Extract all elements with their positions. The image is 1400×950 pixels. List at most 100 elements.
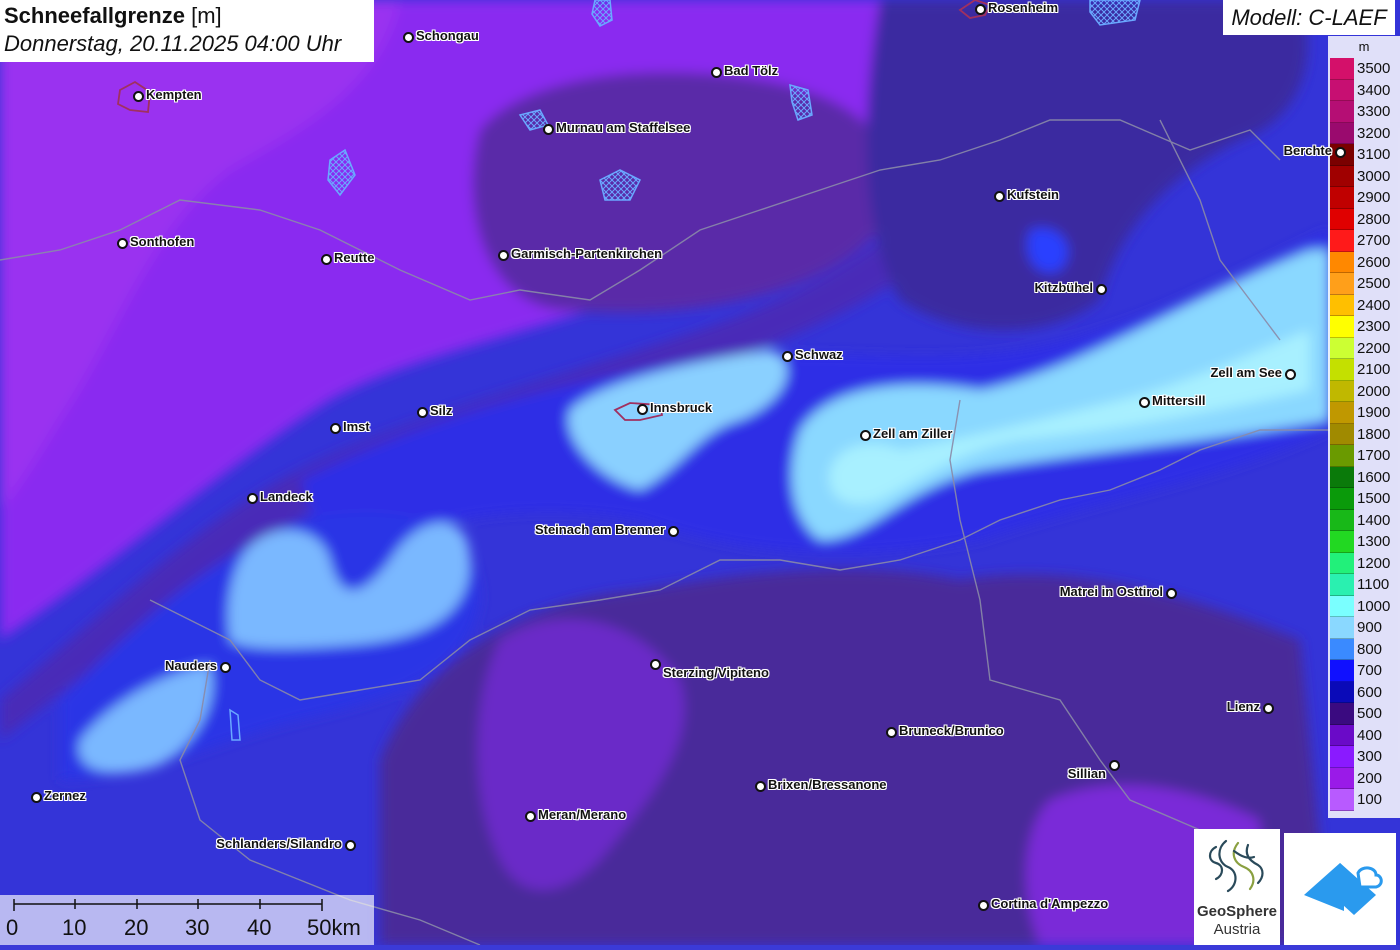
city-label[interactable]: Schongau <box>416 28 479 43</box>
legend-value: 600 <box>1357 683 1383 701</box>
legend-value: 3200 <box>1357 124 1391 142</box>
city-label[interactable]: Silz <box>430 403 452 418</box>
snowline-map <box>0 0 1400 945</box>
city-label[interactable]: Lienz <box>1227 699 1260 714</box>
legend-value: 1700 <box>1357 447 1391 464</box>
legend-value: 1900 <box>1357 404 1391 421</box>
legend-item: 2000 <box>1328 380 1400 402</box>
city-marker[interactable] <box>782 351 793 362</box>
city-label[interactable]: Zell am Ziller <box>873 426 952 441</box>
legend-swatch <box>1330 638 1354 660</box>
legend-swatch <box>1330 380 1354 402</box>
city-marker[interactable] <box>1166 588 1177 599</box>
city-marker[interactable] <box>1109 760 1120 771</box>
city-marker[interactable] <box>403 32 414 43</box>
city-marker[interactable] <box>668 526 679 537</box>
city-label[interactable]: Brixen/Bressanone <box>768 777 887 792</box>
cloud-arrow-icon <box>1304 863 1383 915</box>
city-marker[interactable] <box>860 430 871 441</box>
geosphere-logo[interactable]: GeoSphere Austria <box>1194 829 1280 945</box>
city-marker[interactable] <box>31 792 42 803</box>
legend-value: 1200 <box>1357 554 1391 572</box>
legend-value: 900 <box>1357 619 1383 636</box>
city-label[interactable]: Imst <box>343 419 370 434</box>
city-label[interactable]: Bad Tölz <box>724 63 778 78</box>
legend-value: 2200 <box>1357 339 1391 357</box>
city-label[interactable]: Kufstein <box>1007 187 1059 202</box>
legend-value: 300 <box>1357 748 1383 765</box>
city-label[interactable]: Mittersill <box>1152 393 1205 408</box>
weather-app-logo[interactable] <box>1284 833 1396 945</box>
city-label[interactable]: Zernez <box>44 788 86 803</box>
legend-value: 100 <box>1357 791 1383 808</box>
city-marker[interactable] <box>247 493 258 504</box>
geosphere-text-2: Austria <box>1213 921 1261 938</box>
legend-item: 900 <box>1328 617 1400 639</box>
city-label[interactable]: Landeck <box>260 489 313 504</box>
city-label[interactable]: Innsbruck <box>650 400 712 415</box>
city-label[interactable]: Steinach am Brenner <box>535 522 665 537</box>
city-marker[interactable] <box>975 4 986 15</box>
legend-unit: m <box>1358 39 1370 54</box>
legend-item: 2200 <box>1328 337 1400 359</box>
city-marker[interactable] <box>417 407 428 418</box>
scale-label-50km: 50km <box>307 915 361 940</box>
legend-swatch <box>1330 595 1354 617</box>
city-marker[interactable] <box>994 191 1005 202</box>
city-marker[interactable] <box>1335 147 1346 158</box>
legend-item: 2600 <box>1328 251 1400 273</box>
city-label[interactable]: Berchte <box>1284 143 1332 158</box>
city-marker[interactable] <box>755 781 766 792</box>
city-label[interactable]: Schlanders/Silandro <box>216 836 342 851</box>
city-label[interactable]: Kempten <box>146 87 202 102</box>
city-marker[interactable] <box>321 254 332 265</box>
city-marker[interactable] <box>220 662 231 673</box>
city-label[interactable]: Cortina d'Ampezzo <box>991 896 1108 911</box>
city-marker[interactable] <box>886 727 897 738</box>
city-marker[interactable] <box>330 423 341 434</box>
legend-value: 800 <box>1357 640 1383 658</box>
legend-value: 1400 <box>1357 511 1391 529</box>
legend-swatch <box>1330 617 1354 639</box>
legend-swatch <box>1330 273 1354 295</box>
city-label[interactable]: Rosenheim <box>988 0 1058 15</box>
city-label[interactable]: Sonthofen <box>130 234 194 249</box>
legend-item: 2500 <box>1328 273 1400 295</box>
city-marker[interactable] <box>498 250 509 261</box>
legend-swatch <box>1330 681 1354 703</box>
city-marker[interactable] <box>1096 284 1107 295</box>
city-marker[interactable] <box>650 659 661 670</box>
city-marker[interactable] <box>711 67 722 78</box>
title-unit: [m] <box>191 3 222 28</box>
city-marker[interactable] <box>345 840 356 851</box>
city-label[interactable]: Schwaz <box>795 347 843 362</box>
city-label[interactable]: Zell am See <box>1210 365 1282 380</box>
city-marker[interactable] <box>637 404 648 415</box>
model-label: Modell: C-LAEF <box>1223 0 1395 35</box>
city-label[interactable]: Sillian <box>1068 766 1106 781</box>
city-label[interactable]: Sterzing/Vipiteno <box>663 665 769 680</box>
city-label[interactable]: Garmisch-Partenkirchen <box>511 246 662 261</box>
city-marker[interactable] <box>133 91 144 102</box>
legend-item: 3500 <box>1328 58 1400 80</box>
city-marker[interactable] <box>1139 397 1150 408</box>
city-marker[interactable] <box>1285 369 1296 380</box>
city-label[interactable]: Matrei in Osttirol <box>1060 584 1163 599</box>
city-label[interactable]: Nauders <box>165 658 217 673</box>
legend-swatch <box>1330 746 1354 768</box>
city-label[interactable]: Reutte <box>334 250 374 265</box>
legend-item: 1900 <box>1328 402 1400 424</box>
legend-value: 3400 <box>1357 81 1391 99</box>
legend-value: 2700 <box>1357 232 1391 249</box>
city-label[interactable]: Bruneck/Brunico <box>899 723 1004 738</box>
city-marker[interactable] <box>978 900 989 911</box>
city-marker[interactable] <box>117 238 128 249</box>
city-marker[interactable] <box>543 124 554 135</box>
city-marker[interactable] <box>525 811 536 822</box>
city-marker[interactable] <box>1263 703 1274 714</box>
city-label[interactable]: Murnau am Staffelsee <box>556 120 690 135</box>
scale-label-40: 40 <box>247 915 272 940</box>
city-label[interactable]: Kitzbühel <box>1035 280 1094 295</box>
city-label[interactable]: Meran/Merano <box>538 807 626 822</box>
map-title: Schneefallgrenze [m] <box>4 2 370 30</box>
